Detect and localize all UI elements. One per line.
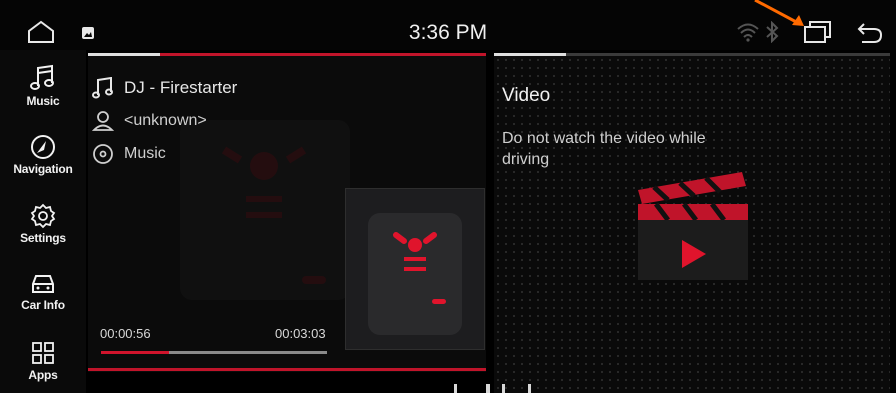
disc-icon bbox=[93, 144, 113, 164]
video-title: Video bbox=[502, 85, 551, 106]
gear-icon bbox=[30, 203, 56, 229]
album-placeholder-icon bbox=[368, 213, 462, 335]
back-icon[interactable] bbox=[856, 20, 884, 44]
album-art[interactable] bbox=[345, 188, 485, 350]
sidebar-item-label: Car Info bbox=[21, 298, 65, 312]
music-background-art-icon bbox=[180, 120, 350, 300]
track-album: Music bbox=[124, 145, 166, 162]
track-artist: <unknown> bbox=[124, 112, 207, 129]
sidebar-item-apps[interactable]: Apps bbox=[0, 340, 86, 382]
panel-footer-ticks-icon bbox=[454, 384, 531, 393]
clapperboard-icon bbox=[638, 172, 748, 280]
sidebar-item-navigation[interactable]: Navigation bbox=[0, 134, 86, 176]
video-warning: Do not watch the video while driving bbox=[502, 130, 706, 168]
person-icon bbox=[92, 111, 114, 131]
sidebar-item-label: Settings bbox=[20, 231, 66, 245]
track-album-row: Music bbox=[92, 142, 166, 166]
music-note-icon bbox=[92, 77, 113, 99]
music-note-icon bbox=[30, 64, 54, 90]
sidebar-item-label: Apps bbox=[28, 368, 58, 382]
progress-fill bbox=[101, 351, 169, 354]
track-title-row: DJ - Firestarter bbox=[92, 76, 237, 100]
elapsed-time: 00:00:56 bbox=[100, 326, 151, 341]
car-icon bbox=[32, 275, 54, 293]
track-artist-row: <unknown> bbox=[92, 109, 207, 133]
sidebar-item-settings[interactable]: Settings bbox=[0, 203, 86, 245]
navigation-icon bbox=[31, 135, 55, 159]
sidebar-item-label: Music bbox=[26, 94, 60, 108]
apps-grid-icon bbox=[32, 342, 54, 364]
total-duration: 00:03:03 bbox=[275, 326, 326, 341]
sidebar-item-car-info[interactable]: Car Info bbox=[0, 272, 86, 312]
track-title: DJ - Firestarter bbox=[124, 78, 238, 97]
annotation-arrow-icon bbox=[754, 0, 804, 26]
progress-bar[interactable] bbox=[101, 351, 327, 354]
sidebar: Music Navigation Settings Car Info Apps bbox=[0, 50, 86, 393]
sidebar-item-music[interactable]: Music bbox=[0, 64, 86, 108]
music-panel-bottom-line bbox=[88, 368, 486, 371]
sidebar-item-label: Navigation bbox=[13, 162, 73, 176]
